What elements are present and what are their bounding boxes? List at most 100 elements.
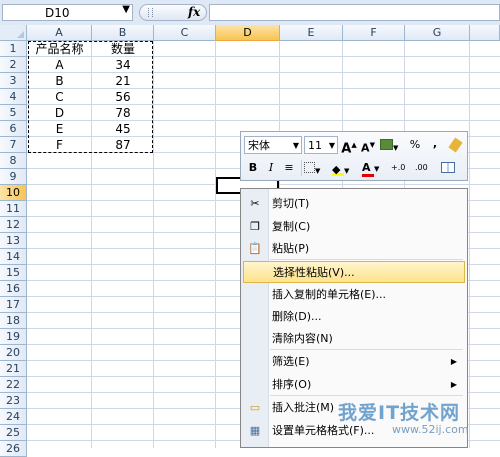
row-header-25[interactable]: 25: [0, 425, 27, 441]
font-size-select[interactable]: 11 ▼: [304, 136, 338, 154]
submenu-arrow-icon: ▶: [450, 357, 457, 366]
menu-item-4[interactable]: 选择性粘贴(V)...: [243, 261, 465, 283]
watermark-url: www.52ij.com: [392, 423, 469, 436]
fx-icon: fx: [188, 5, 201, 19]
select-all-button[interactable]: [0, 25, 27, 41]
formula-input[interactable]: [209, 4, 500, 21]
formula-bar: D10 ▼ fx: [0, 0, 500, 26]
merge-cells-icon: [441, 162, 455, 173]
merge-center-button[interactable]: [440, 159, 456, 177]
row-header-6[interactable]: 6: [0, 121, 27, 137]
menu-item-label: 选择性粘贴(V)...: [273, 266, 355, 279]
align-center-icon: ≡: [284, 161, 294, 174]
font-color-button[interactable]: A ▼: [362, 159, 386, 177]
row-header-2[interactable]: 2: [0, 57, 27, 73]
row-header-17[interactable]: 17: [0, 297, 27, 313]
row-header-4[interactable]: 4: [0, 89, 27, 105]
menu-item-1[interactable]: ✂ 剪切(T): [243, 193, 465, 215]
paste-icon: 📋: [248, 242, 262, 255]
chevron-down-icon: ▼: [374, 165, 380, 173]
row-header-21[interactable]: 21: [0, 361, 27, 377]
borders-icon: [304, 162, 315, 173]
row-header-9[interactable]: 9: [0, 169, 27, 185]
grip-icon: [148, 8, 153, 17]
row-header-1[interactable]: 1: [0, 41, 27, 57]
insert-function-button[interactable]: fx: [139, 4, 207, 21]
grow-font-button[interactable]: A▲: [341, 136, 357, 157]
row-header-3[interactable]: 3: [0, 73, 27, 89]
borders-button[interactable]: ▼: [304, 159, 328, 177]
column-header-e[interactable]: E: [280, 25, 343, 41]
row-header-8[interactable]: 8: [0, 153, 27, 169]
menu-item-label: 复制(C): [272, 220, 311, 233]
column-header-d[interactable]: D: [216, 25, 280, 41]
row-header-7[interactable]: 7: [0, 137, 27, 153]
accounting-format-button[interactable]: ▼: [380, 136, 402, 154]
column-header-a[interactable]: A: [27, 25, 92, 41]
format-painter-button[interactable]: [447, 136, 463, 154]
menu-item-label: 筛选(E): [272, 355, 310, 368]
font-name-value: 宋体: [248, 139, 270, 152]
menu-item-9[interactable]: 排序(O) ▶: [243, 374, 465, 396]
grid-column-line: [215, 41, 216, 448]
chevron-down-icon: ▼: [344, 167, 350, 175]
toolbar-separator: [301, 160, 302, 176]
font-name-select[interactable]: 宋体 ▼: [244, 136, 302, 154]
fill-color-button[interactable]: ◆ ▼: [332, 159, 356, 177]
submenu-arrow-icon: ▶: [450, 380, 457, 389]
row-header-26[interactable]: 26: [0, 441, 27, 457]
row-header-22[interactable]: 22: [0, 377, 27, 393]
comma-button[interactable]: ,: [427, 135, 443, 153]
chevron-down-icon[interactable]: ▼: [122, 4, 130, 15]
menu-item-label: 删除(D)...: [272, 310, 322, 323]
decrease-decimal-button[interactable]: .00: [415, 159, 437, 177]
shrink-font-button[interactable]: A▼: [360, 136, 376, 155]
row-header-5[interactable]: 5: [0, 105, 27, 121]
menu-item-5[interactable]: 插入复制的单元格(E)...: [243, 284, 465, 306]
menu-separator: [270, 259, 463, 260]
row-header-16[interactable]: 16: [0, 281, 27, 297]
copy-icon: ❐: [250, 220, 260, 233]
menu-item-label: 插入批注(M): [272, 401, 335, 414]
row-header-19[interactable]: 19: [0, 329, 27, 345]
column-header-f[interactable]: F: [343, 25, 405, 41]
menu-item-label: 排序(O): [272, 378, 312, 391]
row-header-12[interactable]: 12: [0, 217, 27, 233]
column-header-b[interactable]: B: [92, 25, 154, 41]
row-header-14[interactable]: 14: [0, 249, 27, 265]
bold-button[interactable]: B: [245, 159, 261, 177]
row-header-24[interactable]: 24: [0, 409, 27, 425]
name-box-value: D10: [45, 6, 70, 20]
column-header-partial[interactable]: [470, 25, 500, 41]
chevron-down-icon: ▼: [315, 167, 321, 175]
row-header-13[interactable]: 13: [0, 233, 27, 249]
menu-item-8[interactable]: 筛选(E) ▶: [243, 351, 465, 373]
menu-item-3[interactable]: 📋 粘贴(P): [243, 238, 465, 260]
name-box[interactable]: D10 ▼: [2, 4, 133, 21]
grow-font-icon: A: [341, 141, 352, 157]
column-header-c[interactable]: C: [154, 25, 216, 41]
copy-marquee: [28, 41, 153, 153]
menu-item-6[interactable]: 删除(D)...: [243, 306, 465, 328]
row-header-11[interactable]: 11: [0, 201, 27, 217]
format-cells-icon: ▦: [249, 424, 261, 437]
watermark-text: 我爱IT技术网: [338, 402, 461, 424]
menu-item-7[interactable]: 清除内容(N): [243, 328, 465, 350]
row-header-18[interactable]: 18: [0, 313, 27, 329]
menu-item-label: 清除内容(N): [272, 332, 333, 345]
row-header-15[interactable]: 15: [0, 265, 27, 281]
center-align-button[interactable]: ≡: [281, 159, 297, 177]
row-header-10[interactable]: 10: [0, 185, 27, 201]
row-header-20[interactable]: 20: [0, 345, 27, 361]
column-header-g[interactable]: G: [405, 25, 470, 41]
row-header-23[interactable]: 23: [0, 393, 27, 409]
italic-button[interactable]: I: [263, 159, 279, 177]
watermark: 我爱IT技术网 www.52ij.com: [332, 396, 500, 448]
menu-item-2[interactable]: ❐ 复制(C): [243, 216, 465, 238]
format-painter-icon: [447, 137, 463, 153]
shrink-font-icon: A: [361, 141, 370, 155]
increase-decimal-button[interactable]: +.0: [391, 159, 413, 177]
font-color-icon: A: [362, 161, 374, 177]
percent-button[interactable]: %: [407, 136, 423, 154]
fill-color-icon: ◆: [332, 161, 344, 176]
